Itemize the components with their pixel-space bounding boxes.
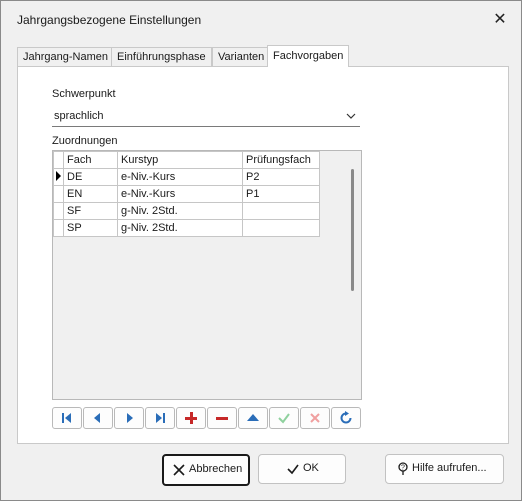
cell-pruefungsfach[interactable]: P2 [242,168,320,186]
row-pointer-icon [56,170,61,181]
check-icon [287,464,299,475]
cell-pruefungsfach[interactable] [242,219,320,237]
prior-icon [94,413,100,423]
zuordnungen-grid[interactable]: Fach Kurstyp Prüfungsfach DE e-Niv.-Kurs… [52,150,362,400]
close-icon[interactable]: ✕ [489,9,511,31]
table-row[interactable]: EN e-Niv.-Kurs P1 [53,185,320,203]
table-row[interactable]: DE e-Niv.-Kurs P2 [53,168,320,186]
table-header-row: Fach Kurstyp Prüfungsfach [53,151,320,169]
cancel-button-label: Abbrechen [189,463,243,475]
x-icon [310,413,320,423]
tab-panel-fachvorgaben: Schwerpunkt sprachlich Zuordnungen Fach … [17,66,509,444]
refresh-icon [340,411,352,424]
cell-fach[interactable]: DE [63,168,118,186]
cell-pruefungsfach[interactable]: P1 [242,185,320,203]
check-icon [278,413,290,424]
tab-label: Einführungsphase [117,51,206,63]
refresh-button[interactable] [331,407,361,429]
title-bar: Jahrgangsbezogene Einstellungen ✕ [1,1,521,39]
window-title: Jahrgangsbezogene Einstellungen [17,13,202,27]
dialog-window: Jahrgangsbezogene Einstellungen ✕ Jahrga… [0,0,522,501]
help-button[interactable]: ? Hilfe aufrufen... [385,454,504,484]
row-indicator [53,219,64,237]
prior-record-button[interactable] [83,407,113,429]
zuordnungen-label: Zuordnungen [52,135,118,147]
post-edit-button[interactable] [269,407,299,429]
ok-button[interactable]: OK [258,454,346,484]
tab-label: Jahrgang-Namen [23,51,108,63]
schwerpunkt-select[interactable]: sprachlich [52,107,360,127]
column-header-fach[interactable]: Fach [63,151,118,169]
column-header-kurstyp[interactable]: Kurstyp [117,151,243,169]
current-row-indicator [53,168,64,186]
help-icon: ? [398,462,408,475]
cancel-edit-button[interactable] [300,407,330,429]
cancel-button[interactable]: Abbrechen [162,454,250,486]
svg-text:?: ? [401,465,405,472]
cell-kurstyp[interactable]: e-Niv.-Kurs [117,168,243,186]
tab-label: Fachvorgaben [273,50,344,62]
cell-kurstyp[interactable]: e-Niv.-Kurs [117,185,243,203]
delete-record-button[interactable] [207,407,237,429]
next-icon [127,413,133,423]
table-row[interactable]: SP g-Niv. 2Std. [53,219,320,237]
table-row[interactable]: SF g-Niv. 2Std. [53,202,320,220]
chevron-down-icon [346,113,356,119]
tab-jahrgang-namen[interactable]: Jahrgang-Namen [17,47,114,66]
cell-kurstyp[interactable]: g-Niv. 2Std. [117,202,243,220]
row-indicator [53,202,64,220]
first-icon [62,413,71,423]
row-indicator [53,185,64,203]
cell-fach[interactable]: SF [63,202,118,220]
tab-einfuehrungsphase[interactable]: Einführungsphase [111,47,212,66]
ok-button-label: OK [303,462,319,474]
cell-pruefungsfach[interactable] [242,202,320,220]
next-record-button[interactable] [114,407,144,429]
schwerpunkt-value: sprachlich [54,110,104,122]
help-button-label: Hilfe aufrufen... [412,462,487,474]
first-record-button[interactable] [52,407,82,429]
edit-record-button[interactable] [238,407,268,429]
tab-fachvorgaben[interactable]: Fachvorgaben [267,45,350,67]
last-record-button[interactable] [145,407,175,429]
schwerpunkt-label: Schwerpunkt [52,88,116,100]
column-header-pruefungsfach[interactable]: Prüfungsfach [242,151,320,169]
zuordnungen-table: Fach Kurstyp Prüfungsfach DE e-Niv.-Kurs… [53,151,320,237]
minus-icon [216,417,228,420]
vertical-scrollbar[interactable] [344,151,361,399]
triangle-up-icon [247,414,259,421]
plus-icon [185,412,197,424]
close-icon [173,464,185,476]
insert-record-button[interactable] [176,407,206,429]
last-icon [156,413,165,423]
tab-varianten[interactable]: Varianten [212,47,271,66]
cell-kurstyp[interactable]: g-Niv. 2Std. [117,219,243,237]
cell-fach[interactable]: SP [63,219,118,237]
cell-fach[interactable]: EN [63,185,118,203]
indicator-header [53,151,64,169]
scrollbar-thumb[interactable] [351,169,354,291]
tab-label: Varianten [218,51,265,63]
